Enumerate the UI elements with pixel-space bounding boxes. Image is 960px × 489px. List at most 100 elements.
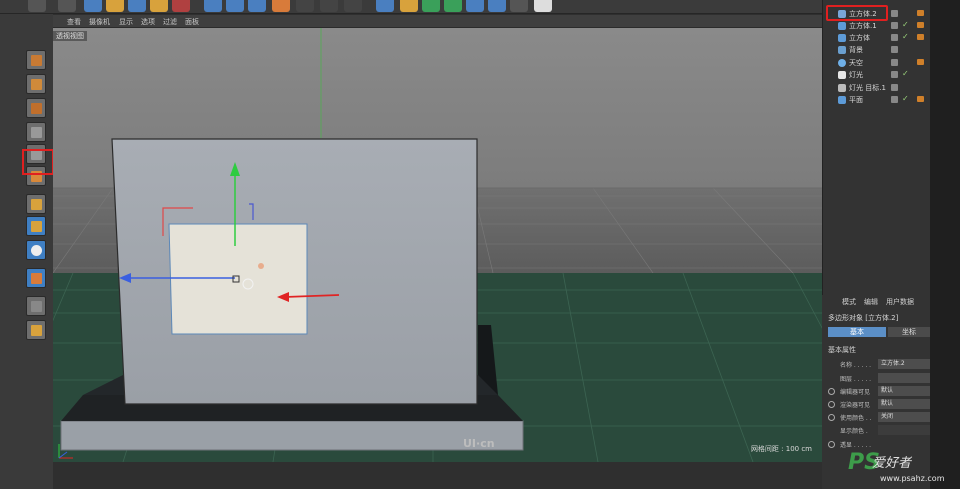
axis-mode-icon[interactable] [26,194,46,214]
material-tag-icon[interactable] [917,10,924,16]
object-name: 灯光 [849,71,863,79]
sky-icon [838,59,846,67]
z-axis-icon[interactable] [248,0,266,12]
radio-icon[interactable] [828,414,835,421]
visibility-dots-icon[interactable] [891,34,898,41]
model-mode-icon[interactable] [26,74,46,94]
background-icon [838,46,846,54]
check-icon[interactable]: ✓ [902,32,909,41]
visibility-dots-icon[interactable] [891,10,898,17]
visibility-dots-icon[interactable] [891,84,898,91]
attr-label: 使用颜色 . . [840,415,872,422]
pen-icon[interactable] [400,0,418,12]
magnet-icon[interactable] [26,268,46,288]
logo-url: www.psahz.com [880,474,945,483]
menu-camera[interactable]: 摄像机 [89,17,110,27]
radio-icon[interactable] [828,401,835,408]
tweak-icon[interactable] [26,216,46,236]
camera-icon[interactable] [510,0,528,12]
tab-mode[interactable]: 模式 [842,297,856,307]
menu-view[interactable]: 查看 [67,17,81,27]
tab-coord[interactable]: 坐标 [888,327,930,337]
attr-render-visible-row: 渲染器可见 默认 [822,399,930,410]
object-row[interactable]: 平面 ✓ [823,94,931,106]
visibility-dots-icon[interactable] [891,71,898,78]
object-name: 平面 [849,96,863,104]
base-slab [60,420,524,451]
tab-user-data[interactable]: 用户数据 [886,297,914,307]
scale-tool-icon[interactable] [128,0,146,12]
use-color-select[interactable]: 关闭 [878,412,930,422]
object-row[interactable]: 天空 [823,57,931,69]
visibility-dots-icon[interactable] [891,22,898,29]
point-mode-icon[interactable] [26,122,46,142]
radio-icon[interactable] [828,441,835,448]
selected-polygon[interactable] [168,223,308,335]
check-icon[interactable]: ✓ [902,20,909,29]
check-icon[interactable]: ✓ [902,94,909,103]
attr-label: 图层 . . . . . [840,376,872,383]
attr-display-color-row: 显示颜色 . [822,425,930,436]
texture-mode-icon[interactable] [26,98,46,118]
subdivision-icon[interactable] [422,0,440,12]
snap-icon[interactable] [26,240,46,260]
plane-icon [838,96,846,104]
recent-tool-icon[interactable] [172,0,190,12]
menu-display[interactable]: 显示 [119,17,133,27]
object-row[interactable]: 灯光 目标.1 [823,82,931,94]
panel-scrollbar[interactable] [930,0,960,489]
visibility-dots-icon[interactable] [891,96,898,103]
layer-field[interactable] [878,373,930,383]
render-view-icon[interactable] [296,0,314,12]
object-row[interactable]: 立方体 ✓ [823,32,931,44]
material-tag-icon[interactable] [917,22,924,28]
menu-filter[interactable]: 过滤 [163,17,177,27]
perspective-viewport[interactable]: UI·cn 网格间距 : 100 cm [53,28,822,462]
object-row[interactable]: 立方体.1 ✓ [823,20,931,32]
rotate-tool-icon[interactable] [150,0,168,12]
material-tag-icon[interactable] [917,59,924,65]
move-tool-icon[interactable] [106,0,124,12]
undo-icon[interactable] [28,0,46,12]
redo-icon[interactable] [58,0,76,12]
gizmo-handle[interactable] [258,263,264,269]
render-picture-icon[interactable] [320,0,338,12]
floor-icon[interactable] [488,0,506,12]
viewport-menubar: 查看 摄像机 显示 选项 过滤 面板 [53,15,822,28]
watermark-text: UI·cn [463,437,495,450]
menu-options[interactable]: 选项 [141,17,155,27]
make-editable-icon[interactable] [26,50,46,70]
visibility-dots-icon[interactable] [891,46,898,53]
object-name: 天空 [849,59,863,67]
render-visible-select[interactable]: 默认 [878,399,930,409]
material-tag-icon[interactable] [917,34,924,40]
y-axis-icon[interactable] [226,0,244,12]
material-tag-icon[interactable] [917,96,924,102]
attr-label: 名称 . . . . . [840,362,872,369]
check-icon[interactable]: ✓ [902,69,909,78]
menu-panel[interactable]: 面板 [185,17,199,27]
render-settings-icon[interactable] [344,0,362,12]
display-color-swatch[interactable] [878,425,930,435]
object-row[interactable]: 灯光 ✓ [823,69,931,81]
select-tool-icon[interactable] [84,0,102,12]
coordinate-system-icon[interactable] [272,0,290,12]
cube-icon [838,34,846,42]
editor-visible-select[interactable]: 默认 [878,386,930,396]
light-bulb-icon[interactable] [534,0,552,12]
attr-label: 显示颜色 . [840,428,868,435]
name-field[interactable]: 立方体.2 [878,359,930,369]
cloner-icon[interactable] [444,0,462,12]
cube-primitive-icon[interactable] [376,0,394,12]
x-axis-icon[interactable] [204,0,222,12]
attr-label: 透显 . . . . . [840,442,872,449]
xray-checkbox[interactable] [878,439,930,449]
deformer-icon[interactable] [466,0,484,12]
visibility-dots-icon[interactable] [891,59,898,66]
object-row[interactable]: 背景 [823,44,931,56]
radio-icon[interactable] [828,388,835,395]
lock-workplane-icon[interactable] [26,320,46,340]
workplane-icon[interactable] [26,296,46,316]
tab-basic[interactable]: 基本 [828,327,886,337]
tab-edit[interactable]: 编辑 [864,297,878,307]
